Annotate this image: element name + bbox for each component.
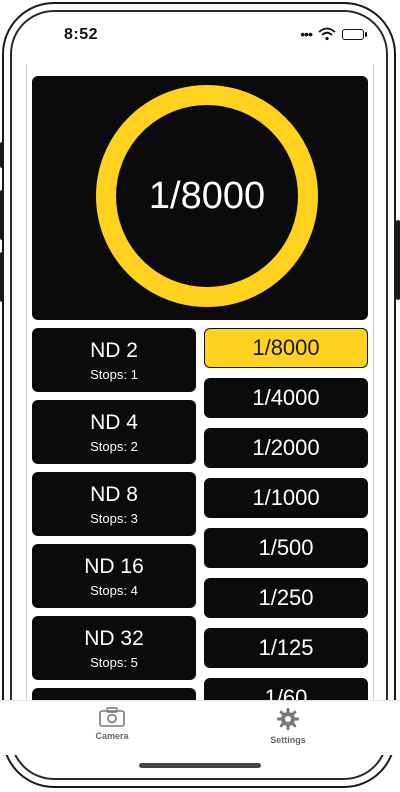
- status-bar: 8:52 •••: [0, 22, 400, 48]
- scroll-edge-right: [373, 64, 374, 700]
- shutter-speed-item[interactable]: 1/60: [204, 678, 368, 700]
- shutter-speed-item[interactable]: 1/2000: [204, 428, 368, 468]
- status-icons: •••: [300, 26, 367, 42]
- gear-icon: [277, 708, 299, 730]
- cellular-signal-icon: •••: [300, 26, 313, 42]
- scroll-edge-left: [26, 64, 27, 700]
- nd-filter-item[interactable]: ND 8 Stops: 3: [32, 472, 196, 536]
- current-shutter-value: 1/8000: [148, 174, 266, 217]
- home-indicator[interactable]: [139, 763, 261, 768]
- shutter-speed-list: 1/8000 1/4000 1/2000 1/1000 1/500 1/250 1/125 1…: [204, 328, 370, 700]
- nd-filter-name: ND 32: [84, 626, 144, 650]
- nd-filter-stops: Stops: 1: [90, 366, 138, 382]
- main-content[interactable]: 1/8000 ND 2 Stops: 1 ND 4 Stops: 2 ND 8 Stops…: [26, 64, 374, 700]
- shutter-speed-item[interactable]: 1/250: [204, 578, 368, 618]
- tab-settings-label: Settings: [270, 735, 306, 745]
- shutter-ring: 1/8000: [96, 85, 318, 307]
- shutter-speed-item[interactable]: 1/125: [204, 628, 368, 668]
- shutter-speed-item[interactable]: 1/500: [204, 528, 368, 568]
- nd-filter-stops: Stops: 4: [90, 582, 138, 598]
- nd-filter-name: ND 2: [90, 338, 138, 362]
- wifi-icon: [318, 27, 336, 41]
- nd-filter-name: ND 8: [90, 482, 138, 506]
- nd-filter-item[interactable]: ND 4 Stops: 2: [32, 400, 196, 464]
- nd-filter-stops: Stops: 2: [90, 438, 138, 454]
- status-time: 8:52: [64, 26, 99, 43]
- nd-filter-name: ND 4: [90, 410, 138, 434]
- nd-filter-stops: Stops: 5: [90, 654, 138, 670]
- tab-camera[interactable]: Camera: [72, 707, 152, 741]
- shutter-speed-item[interactable]: 1/4000: [204, 378, 368, 418]
- shutter-speed-item[interactable]: 1/1000: [204, 478, 368, 518]
- tab-camera-label: Camera: [95, 731, 129, 741]
- tab-bar: Camera Settings: [0, 700, 400, 755]
- battery-icon: [342, 28, 367, 40]
- power-button: [396, 220, 400, 300]
- tab-settings[interactable]: Settings: [248, 707, 328, 745]
- nd-filter-item[interactable]: ND 16 Stops: 4: [32, 544, 196, 608]
- nd-filter-item[interactable]: ND 32 Stops: 5: [32, 616, 196, 680]
- nd-filter-item[interactable]: [32, 688, 196, 700]
- nd-filter-item[interactable]: ND 2 Stops: 1: [32, 328, 196, 392]
- shutter-display-panel: 1/8000: [32, 76, 368, 320]
- nd-filter-list: ND 2 Stops: 1 ND 4 Stops: 2 ND 8 Stops: 3 ND 1…: [32, 328, 196, 700]
- camera-icon: [99, 707, 125, 727]
- shutter-speed-item-selected[interactable]: 1/8000: [204, 328, 368, 368]
- nd-filter-stops: Stops: 3: [90, 510, 138, 526]
- nd-filter-name: ND 16: [84, 554, 144, 578]
